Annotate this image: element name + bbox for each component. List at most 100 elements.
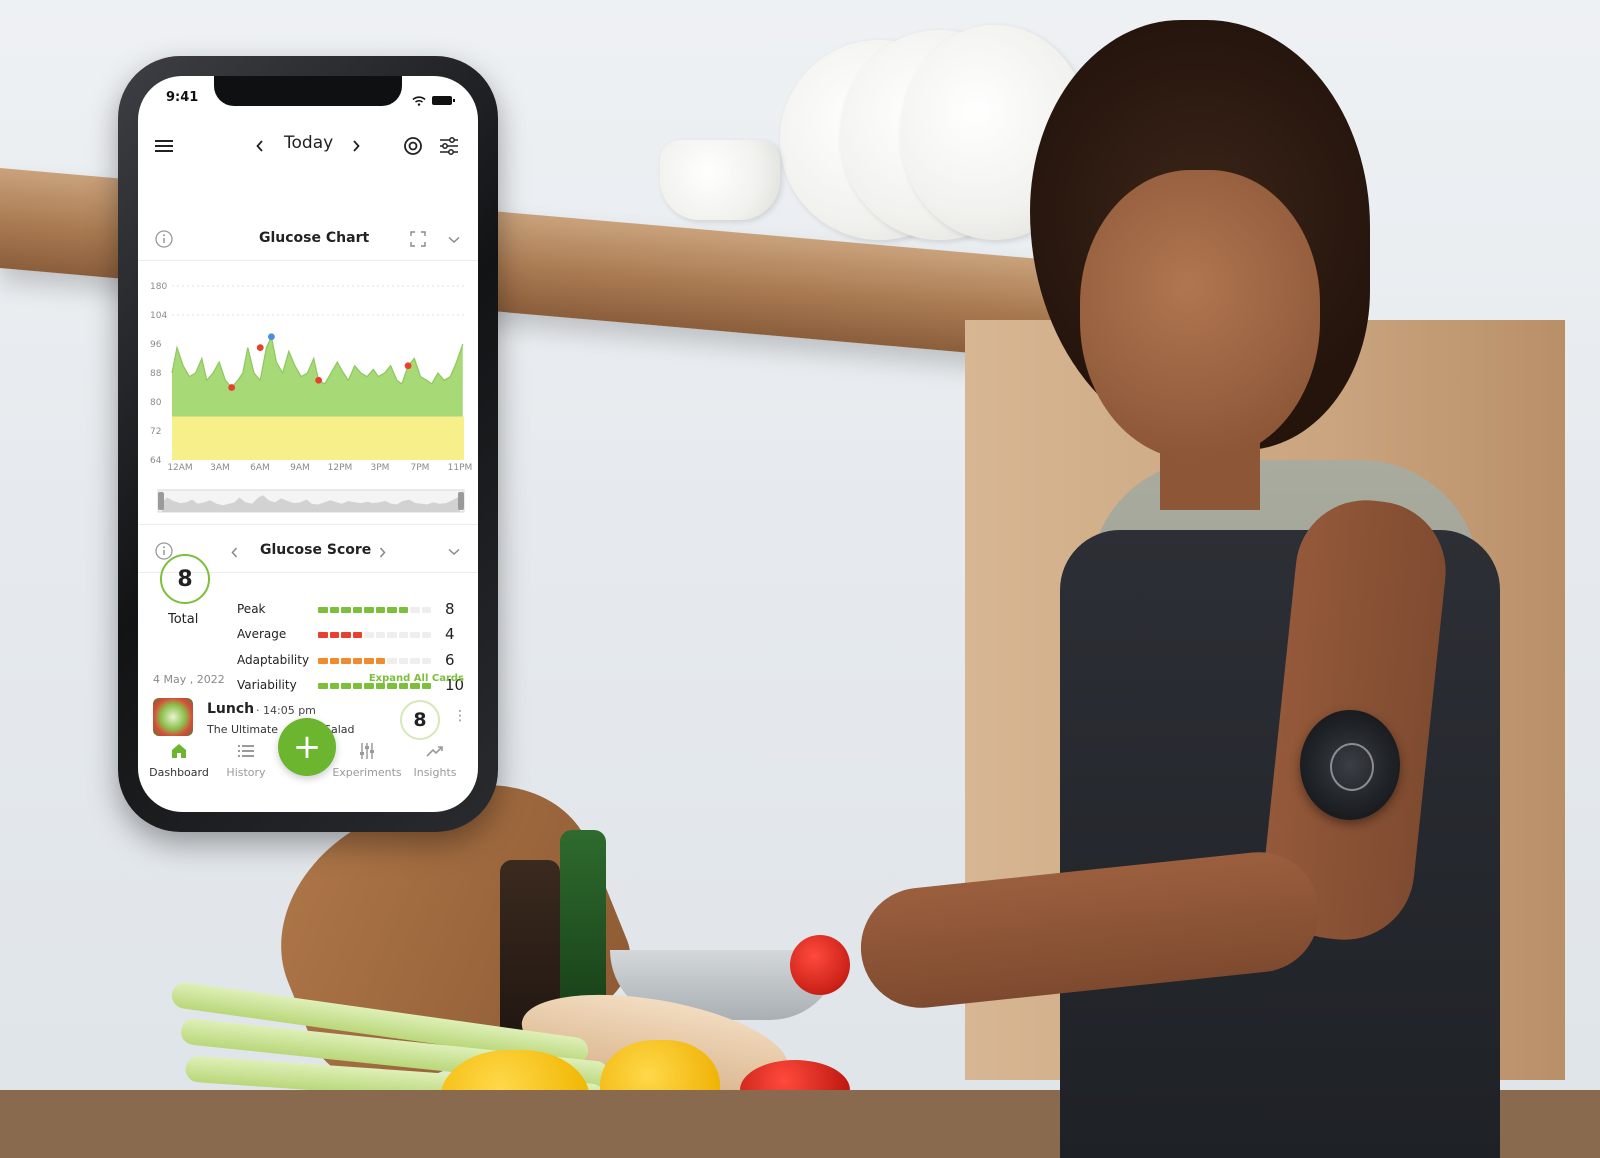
nav-history[interactable]: History (210, 742, 282, 779)
x-tick-label: 3AM (210, 463, 230, 473)
y-tick-label: 80 (150, 398, 162, 408)
x-tick-label: 6AM (250, 463, 270, 473)
metric-bar-peak (318, 607, 431, 613)
score-segment (375, 658, 385, 664)
x-tick-label: 9AM (290, 463, 310, 473)
info-icon[interactable] (154, 229, 174, 249)
score-segment (364, 658, 374, 664)
metric-value-peak: 8 (445, 600, 455, 618)
score-segment (421, 632, 431, 638)
nav-label: Experiments (332, 766, 402, 779)
battery-icon (432, 96, 455, 105)
score-segment (421, 658, 431, 664)
target-icon[interactable] (402, 135, 424, 157)
x-tick-label: 12AM (167, 463, 192, 473)
wifi-icon (412, 91, 426, 110)
score-segment (341, 632, 351, 638)
home-icon (143, 742, 215, 764)
total-score-label: Total (168, 612, 199, 627)
glucose-chart-title: Glucose Chart (259, 230, 370, 246)
score-segment (387, 607, 397, 613)
date-title: Today (284, 133, 334, 153)
score-segment (318, 607, 328, 613)
chevron-right-icon[interactable] (346, 136, 366, 156)
chevron-down-icon[interactable] (444, 230, 464, 250)
metric-bar-adaptability (318, 658, 431, 664)
nav-insights[interactable]: Insights (399, 742, 471, 779)
y-tick-label: 96 (150, 340, 162, 350)
more-options-icon[interactable]: ⋮ (453, 708, 467, 724)
score-segment (352, 658, 362, 664)
cup (660, 140, 780, 220)
filters-icon[interactable] (438, 135, 460, 157)
score-segment (329, 607, 339, 613)
score-segment (398, 632, 408, 638)
score-segment (410, 632, 420, 638)
overview-handle-left (158, 492, 164, 510)
glucose-score-title: Glucose Score (260, 542, 372, 558)
y-tick-label: 180 (150, 282, 167, 292)
chevron-right-icon[interactable] (374, 542, 390, 562)
score-segment (387, 658, 397, 664)
metric-value-average: 4 (445, 625, 455, 643)
target-band (172, 416, 464, 460)
metric-value-adaptability: 6 (445, 651, 455, 669)
chevron-left-icon[interactable] (226, 542, 242, 562)
score-segment (352, 632, 362, 638)
phone-notch (214, 76, 402, 106)
score-segment (341, 658, 351, 664)
trend-icon (399, 742, 471, 764)
meal-time: · 14:05 pm (256, 704, 316, 717)
score-segment (341, 683, 351, 689)
metric-label-variability: Variability (237, 678, 297, 692)
metric-label-average: Average (237, 627, 287, 641)
nav-experiments[interactable]: Experiments (331, 742, 403, 779)
meal-description-start: The Ultimate (207, 723, 278, 736)
score-segment (318, 658, 328, 664)
glucose-event-point (315, 376, 323, 384)
meal-score-badge: 8 (400, 700, 440, 740)
metric-bar-average (318, 632, 431, 638)
x-tick-label: 11PM (448, 463, 473, 473)
score-segment (318, 683, 328, 689)
nav-label: Dashboard (149, 766, 209, 779)
score-segment (410, 658, 420, 664)
nav-dashboard[interactable]: Dashboard (143, 742, 215, 779)
glucose-chart: 180 104 96 88 80 72 64 12AM 3AM 6AM 9AM 12PM 3PM 7PM 1… (150, 282, 473, 513)
nav-label: History (226, 766, 266, 779)
x-tick-label: 7PM (411, 463, 430, 473)
meal-photo[interactable] (153, 698, 193, 736)
glucose-event-point (404, 362, 412, 370)
meal-description: The Ultimate Salad (207, 723, 355, 736)
sensor-center (1330, 743, 1374, 791)
score-segment (375, 607, 385, 613)
score-segment (364, 632, 374, 638)
score-segment (410, 607, 420, 613)
score-segment (398, 658, 408, 664)
phone-frame: 9:41 Today Glucose Chart 180 104 96 88 8… (118, 56, 498, 832)
total-score-ring: 8 (160, 554, 210, 604)
list-icon (210, 742, 282, 764)
glucose-event-point (256, 344, 264, 352)
y-tick-label: 64 (150, 456, 162, 466)
score-segment (352, 683, 362, 689)
status-time: 9:41 (166, 90, 199, 105)
score-segment (329, 683, 339, 689)
app-screen: 9:41 Today Glucose Chart 180 104 96 88 8… (138, 76, 478, 812)
add-entry-button[interactable]: + (278, 718, 336, 776)
x-tick-label: 12PM (328, 463, 353, 473)
y-tick-label: 88 (150, 369, 162, 379)
menu-icon[interactable] (154, 136, 174, 156)
score-segment (341, 607, 351, 613)
face (1080, 170, 1320, 460)
top-bar: Today (138, 124, 478, 168)
expand-all-cards-link[interactable]: Expand All Cards (369, 673, 464, 684)
chevron-down-icon[interactable] (444, 542, 464, 562)
nav-label: Insights (413, 766, 457, 779)
meal-name[interactable]: Lunch (207, 701, 254, 717)
score-segment (329, 658, 339, 664)
score-segment (421, 607, 431, 613)
chevron-left-icon[interactable] (250, 136, 270, 156)
expand-icon[interactable] (408, 229, 428, 249)
score-segment (375, 632, 385, 638)
